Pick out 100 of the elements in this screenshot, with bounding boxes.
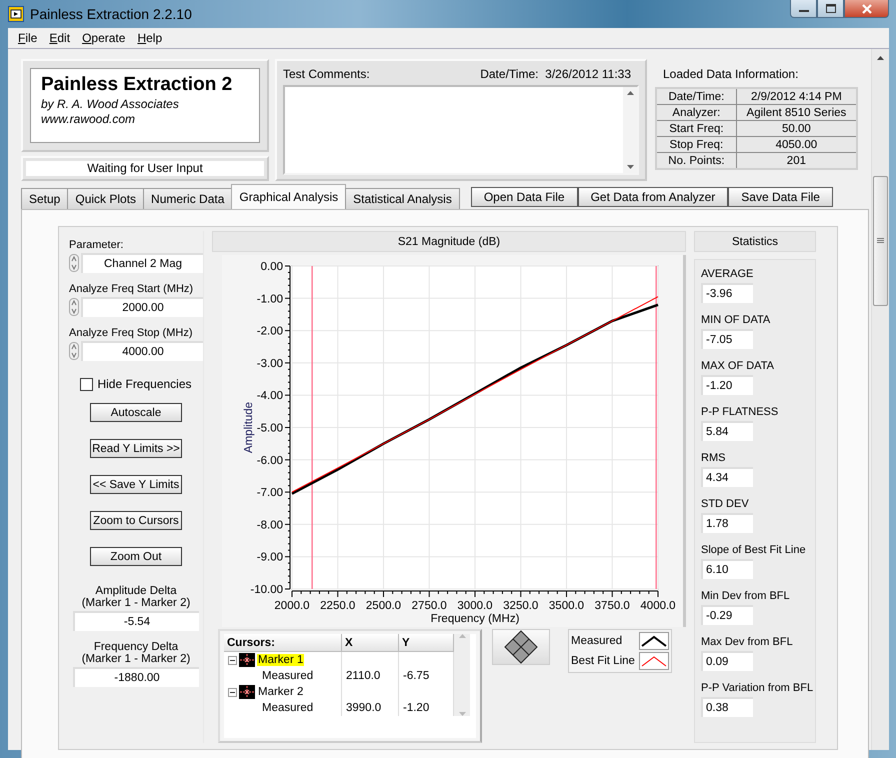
stat-label: STD DEV — [701, 498, 750, 510]
maximize-button[interactable] — [817, 0, 844, 18]
axis-title: Frequency (MHz) — [430, 613, 520, 625]
tab[interactable]: Numeric Data — [143, 188, 232, 209]
tab[interactable]: Quick Plots — [67, 188, 144, 209]
table-cell: Stop Freq: — [656, 136, 736, 152]
numeric-field[interactable]: 4000.00 — [81, 341, 203, 361]
stat-label: Max Dev from BFL — [701, 636, 794, 648]
column-header: Y — [399, 634, 454, 652]
numeric-field: -5.54 — [73, 611, 199, 631]
tick-label: 0.00 — [260, 261, 283, 273]
stat-label: MIN OF DATA — [701, 314, 772, 326]
comments-field[interactable] — [283, 85, 639, 175]
action-button[interactable]: Zoom to Cursors — [90, 511, 182, 530]
scrollbar[interactable] — [871, 49, 889, 750]
marker-label[interactable]: Marker 1 — [257, 654, 304, 666]
stat-value: -7.05 — [701, 329, 753, 349]
graph-title: S21 Magnitude (dB) — [212, 231, 686, 252]
tick-label: -4.00 — [256, 390, 283, 402]
info-title: Loaded Data Information: — [662, 67, 800, 81]
close-icon — [862, 4, 872, 14]
checkbox[interactable] — [80, 378, 94, 390]
action-button[interactable]: Autoscale — [90, 403, 182, 422]
stat-value: 0.38 — [701, 697, 753, 717]
stat-label: MAX OF DATA — [701, 360, 775, 372]
menu-item[interactable]: Edit — [43, 31, 76, 45]
table-cell: -6.75 — [403, 670, 430, 682]
stat-value: 4.34 — [701, 467, 753, 487]
table-cell: Analyzer: — [656, 104, 736, 120]
scroll-up-icon[interactable] — [626, 91, 634, 95]
tick-label: 2250.0 — [320, 600, 356, 612]
file-button[interactable]: Get Data from Analyzer — [578, 187, 728, 207]
field-label: Analyze Freq Start (MHz) — [69, 283, 194, 295]
file-button[interactable]: Save Data File — [728, 187, 833, 207]
stat-label: RMS — [701, 452, 726, 464]
status-text: Waiting for User Input — [26, 160, 264, 176]
delta-sublabel: (Marker 1 - Marker 2) — [82, 597, 190, 609]
minimize-button[interactable] — [790, 0, 817, 18]
tick-label: 4000.0 — [640, 600, 676, 612]
scroll-down-icon[interactable] — [626, 165, 634, 169]
menu-item[interactable]: Operate — [76, 31, 132, 45]
delta-label: Amplitude Delta — [95, 585, 177, 597]
stat-value: -0.29 — [701, 605, 753, 625]
tick-label: 3250.0 — [503, 600, 538, 612]
tick-label: -5.00 — [256, 422, 283, 434]
tick-label: -8.00 — [256, 519, 283, 532]
tab[interactable]: Statistical Analysis — [345, 188, 460, 209]
tick-label: -3.00 — [256, 358, 283, 370]
action-button[interactable]: Read Y Limits >> — [90, 439, 182, 458]
tab[interactable]: Graphical Analysis — [231, 184, 346, 209]
window-title: Painless Extraction 2.2.10 — [30, 6, 193, 22]
legend-label: Measured — [571, 635, 624, 647]
tab[interactable]: Setup — [21, 188, 68, 209]
tree-item[interactable]: Measured — [262, 702, 314, 714]
table-cell: 2110.0 — [346, 670, 380, 682]
stat-value: 1.78 — [701, 513, 753, 533]
table-cell: Start Freq: — [656, 120, 736, 136]
file-button[interactable]: Open Data File — [470, 187, 578, 207]
action-button[interactable]: << Save Y Limits — [90, 475, 182, 494]
cursor-move-button[interactable] — [492, 629, 550, 665]
cursor-icon — [239, 653, 255, 667]
collapse-icon[interactable] — [228, 688, 237, 696]
spinner-icon[interactable] — [69, 254, 79, 272]
stat-value: 6.10 — [701, 559, 753, 579]
collapse-icon[interactable] — [228, 656, 237, 664]
cursor-icon — [239, 685, 255, 699]
stat-value: 0.09 — [701, 651, 753, 671]
tree-item[interactable]: Measured — [262, 670, 314, 682]
tick-label: 2750.0 — [412, 600, 447, 612]
checkbox-label: Hide Frequencies — [97, 377, 192, 391]
numeric-field[interactable]: Channel 2 Mag — [81, 253, 203, 273]
byline: by R. A. Wood Associates — [41, 97, 180, 112]
menu-item[interactable]: File — [12, 31, 44, 45]
marker-label[interactable]: Marker 2 — [257, 686, 304, 698]
menu-item[interactable]: Help — [131, 31, 168, 45]
numeric-field[interactable]: 2000.00 — [81, 297, 203, 317]
grip-icon — [877, 238, 884, 244]
tick-label: -9.00 — [256, 552, 283, 564]
stat-label: Slope of Best Fit Line — [701, 544, 807, 556]
scroll-up-icon[interactable] — [877, 56, 884, 60]
stat-label: P-P FLATNESS — [701, 406, 780, 418]
spinner-icon[interactable] — [69, 342, 79, 360]
datetime-text: Date/Time: 3/26/2012 11:33 — [480, 67, 631, 81]
app-icon — [8, 6, 24, 22]
delta-sublabel: (Marker 1 - Marker 2) — [82, 653, 190, 665]
close-button[interactable] — [844, 0, 889, 18]
stat-value: -1.20 — [701, 375, 753, 395]
stat-label: Min Dev from BFL — [701, 590, 791, 602]
spinner-icon[interactable] — [69, 298, 79, 316]
stat-value: 5.84 — [701, 421, 753, 441]
statistics-title: Statistics — [694, 231, 816, 252]
delta-label: Frequency Delta — [94, 641, 178, 653]
field-label: Parameter: — [69, 239, 124, 251]
comments-label: Test Comments: — [283, 67, 370, 81]
tick-label: 3750.0 — [594, 600, 630, 612]
scroll-thumb[interactable] — [873, 176, 888, 306]
website: www.rawood.com — [41, 112, 136, 127]
tick-label: -7.00 — [256, 487, 283, 500]
action-button[interactable]: Zoom Out — [90, 547, 182, 566]
diamond-icon — [504, 630, 538, 664]
